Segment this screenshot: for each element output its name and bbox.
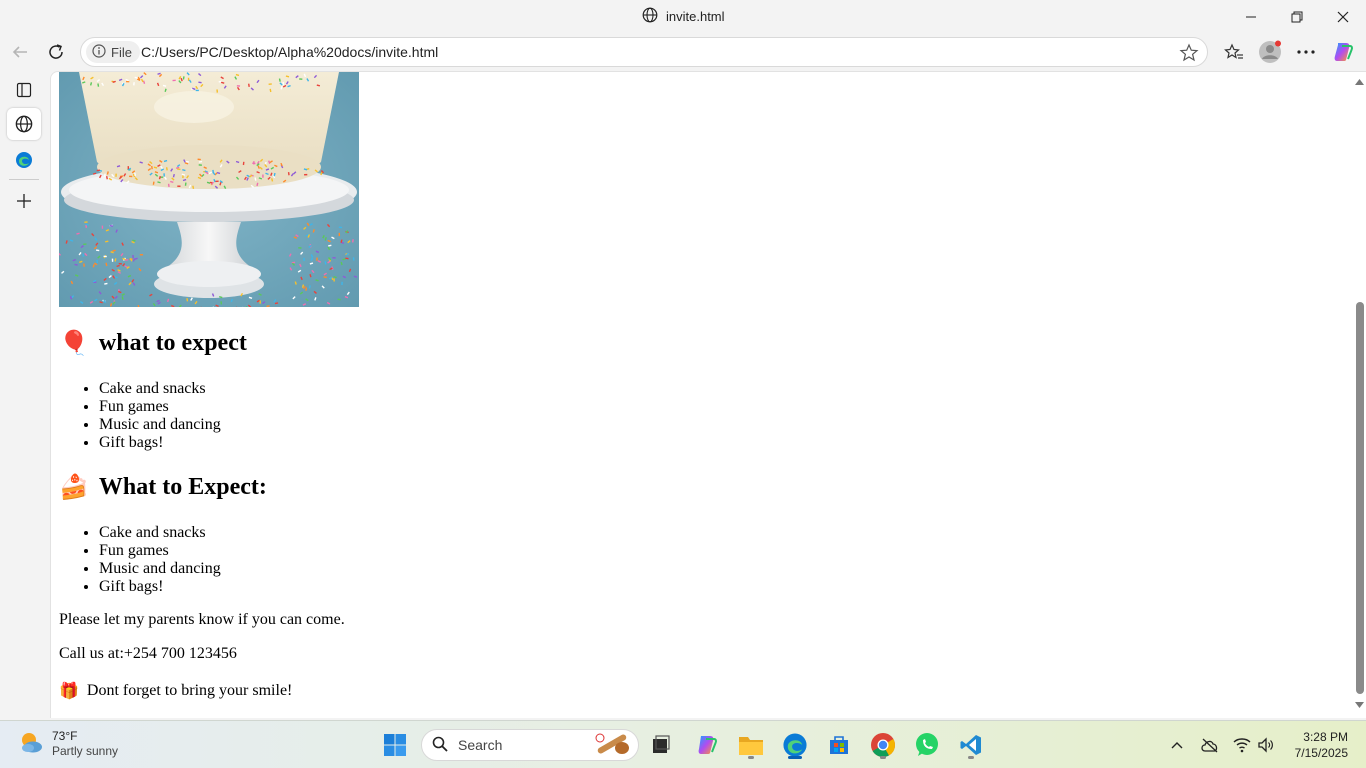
partly-sunny-icon (18, 729, 44, 760)
clock-time: 3:28 PM (1303, 730, 1348, 744)
closing-text: Dont forget to bring your smile! (86, 682, 293, 699)
favorite-star-icon[interactable] (1179, 43, 1199, 63)
taskbar: 73°F Partly sunny Search 3:28 PM 7/15/20… (0, 720, 1366, 768)
new-tab-plus-icon[interactable] (7, 185, 41, 217)
expect-list-1: Cake and snacks Fun games Music and danc… (59, 380, 221, 452)
title-bar: invite.html (0, 0, 1366, 33)
window-title-text: invite.html (666, 9, 725, 24)
expect-list-2: Cake and snacks Fun games Music and danc… (59, 524, 221, 596)
file-explorer-icon[interactable] (734, 728, 768, 762)
section-heading-2-text: What to Expect: (98, 474, 267, 500)
closing-paragraph: 🎁 Dont forget to bring your smile! (59, 681, 292, 701)
weather-desc: Partly sunny (52, 744, 119, 758)
profile-avatar[interactable] (1254, 37, 1286, 67)
globe-icon (642, 7, 658, 26)
edge-taskbar-icon[interactable] (778, 728, 812, 762)
active-indicator (788, 756, 802, 759)
more-options-icon[interactable] (1290, 37, 1322, 67)
toolbar: File C:/Users/PC/Desktop/Alpha%20docs/in… (0, 33, 1366, 71)
weather-temp: 73°F (52, 729, 78, 743)
running-indicator (968, 756, 974, 759)
system-clock[interactable]: 3:28 PM 7/15/2025 (1295, 729, 1348, 761)
tab-actions-icon[interactable] (7, 74, 41, 106)
list-item: Gift bags! (99, 578, 221, 596)
copilot-icon[interactable] (1327, 37, 1359, 67)
list-item: Gift bags! (99, 434, 221, 452)
close-button[interactable] (1320, 2, 1366, 32)
gift-emoji: 🎁 (59, 683, 79, 700)
address-bar[interactable]: File C:/Users/PC/Desktop/Alpha%20docs/in… (80, 37, 1208, 67)
list-item: Cake and snacks (99, 380, 221, 398)
weather-widget[interactable]: 73°F Partly sunny (18, 729, 118, 760)
list-item: Cake and snacks (99, 524, 221, 542)
section-heading-1: 🎈 what to expect (59, 329, 247, 358)
running-indicator (880, 756, 886, 759)
search-highlight-baseball-icon (590, 732, 634, 759)
url-text[interactable]: C:/Users/PC/Desktop/Alpha%20docs/invite.… (141, 44, 438, 60)
search-icon (432, 736, 448, 755)
start-windows-icon[interactable] (378, 728, 412, 762)
onedrive-offline-icon[interactable] (1196, 728, 1224, 762)
task-view-icon[interactable] (644, 728, 678, 762)
cake-slice-emoji: 🍰 (59, 475, 89, 501)
window-title: invite.html (642, 7, 725, 26)
list-item: Fun games (99, 542, 221, 560)
scrollbar-thumb[interactable] (1356, 302, 1364, 694)
cake-image (59, 72, 359, 307)
list-item: Fun games (99, 398, 221, 416)
microsoft-store-icon[interactable] (822, 728, 856, 762)
scroll-up-arrow-icon[interactable] (1355, 79, 1364, 85)
volume-icon[interactable] (1252, 728, 1280, 762)
whatsapp-icon[interactable] (910, 728, 944, 762)
back-button[interactable] (5, 37, 35, 67)
edge-tab-icon[interactable] (7, 144, 41, 176)
taskbar-search-input[interactable]: Search (421, 729, 639, 761)
list-item: Music and dancing (99, 416, 221, 434)
favorites-button[interactable] (1218, 37, 1250, 67)
section-heading-1-text: what to expect (98, 330, 247, 356)
refresh-button[interactable] (41, 37, 71, 67)
vscode-icon[interactable] (954, 728, 988, 762)
site-info-chip[interactable]: File (86, 41, 140, 63)
scheme-label: File (111, 44, 132, 60)
info-icon (92, 43, 106, 61)
minimize-button[interactable] (1228, 2, 1274, 32)
section-heading-2: 🍰 What to Expect: (59, 473, 267, 502)
vertical-scrollbar[interactable] (1352, 72, 1366, 718)
chrome-icon[interactable] (866, 728, 900, 762)
tab-invite-html[interactable] (7, 108, 41, 140)
rsvp-paragraph: Please let my parents know if you can co… (59, 611, 345, 628)
search-placeholder: Search (458, 737, 503, 753)
scroll-down-arrow-icon[interactable] (1355, 702, 1364, 708)
balloon-emoji: 🎈 (59, 331, 89, 357)
clock-date: 7/15/2025 (1294, 746, 1348, 760)
list-item: Music and dancing (99, 560, 221, 578)
restore-button[interactable] (1274, 2, 1320, 32)
copilot-taskbar-icon[interactable] (690, 728, 724, 762)
running-indicator (748, 756, 754, 759)
vertical-sidebar (0, 71, 50, 719)
page-viewport: 🎈 what to expect Cake and snacks Fun gam… (50, 71, 1366, 718)
sidebar-divider (9, 179, 39, 180)
call-paragraph: Call us at:+254 700 123456 (59, 645, 237, 662)
show-hidden-icons-chevron-icon[interactable] (1162, 728, 1192, 762)
